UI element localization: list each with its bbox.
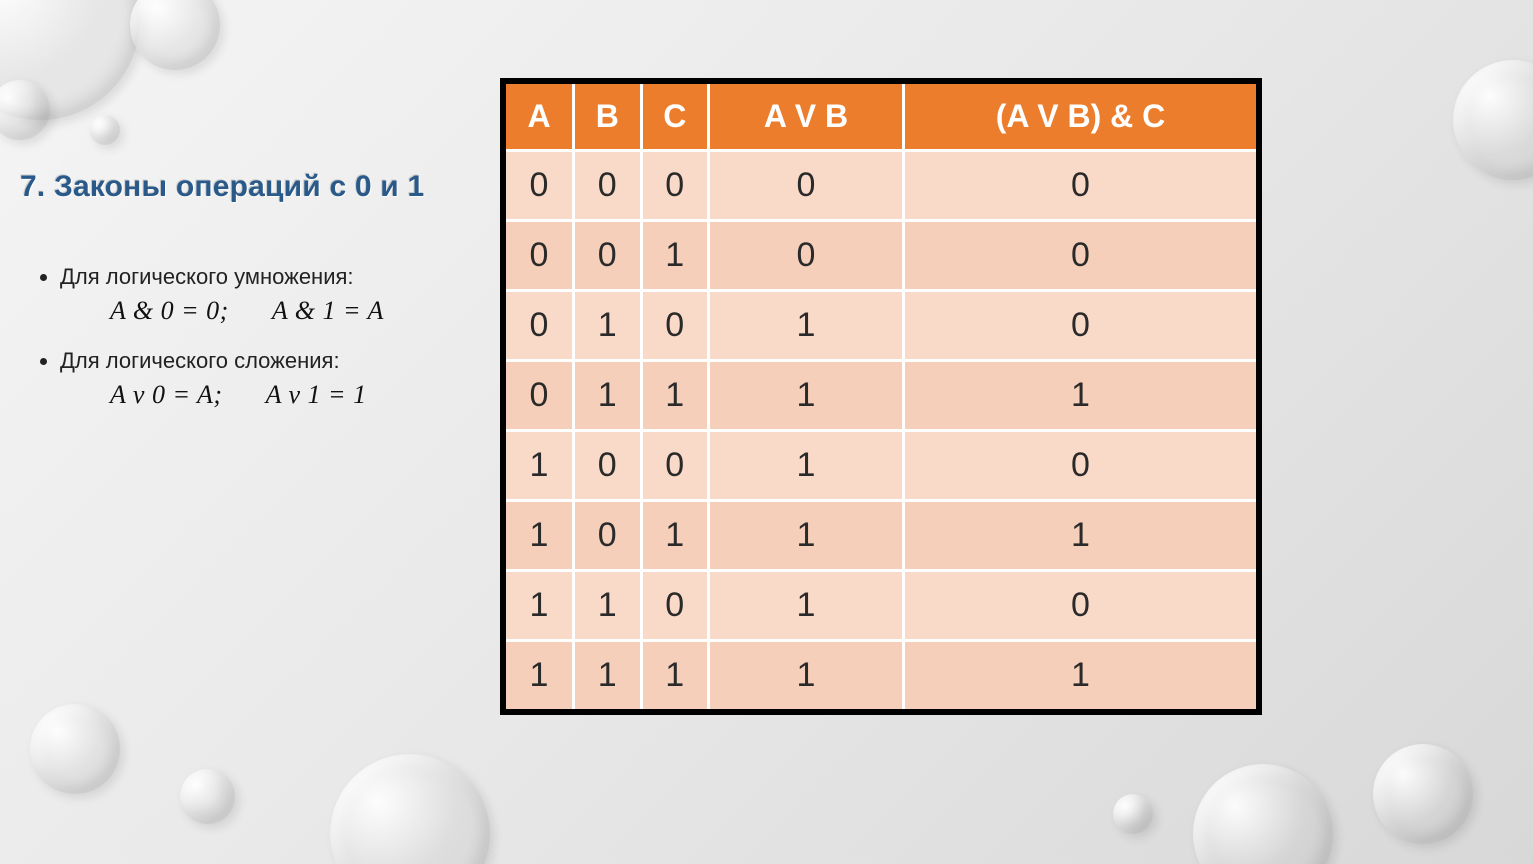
table-header-row: A B C A V B (A V B) & C xyxy=(506,84,1256,151)
table-cell: 1 xyxy=(904,641,1257,710)
table-row: 01010 xyxy=(506,291,1256,361)
table-row: 10010 xyxy=(506,431,1256,501)
droplet-icon xyxy=(30,704,120,794)
table-cell: 1 xyxy=(904,361,1257,431)
table-cell: 0 xyxy=(506,361,574,431)
table-cell: 0 xyxy=(641,571,709,641)
rule-multiplication-formula: A & 0 = 0; A & 1 = A xyxy=(110,296,490,326)
table-cell: 0 xyxy=(574,431,642,501)
formula-part: A & 1 = A xyxy=(272,296,384,325)
droplet-icon xyxy=(130,0,220,70)
formula-part: A v 1 = 1 xyxy=(266,380,367,409)
table-cell: 0 xyxy=(904,291,1257,361)
table-cell: 1 xyxy=(641,501,709,571)
table-cell: 1 xyxy=(904,501,1257,571)
table-cell: 0 xyxy=(709,151,904,221)
table-cell: 1 xyxy=(574,641,642,710)
droplet-icon xyxy=(180,769,235,824)
droplet-icon xyxy=(90,115,120,145)
table-cell: 0 xyxy=(709,221,904,291)
slide-heading: 7. Законы операций с 0 и 1 xyxy=(20,170,490,204)
table-cell: 0 xyxy=(574,151,642,221)
table-cell: 1 xyxy=(709,501,904,571)
table-cell: 0 xyxy=(904,431,1257,501)
table-cell: 0 xyxy=(904,151,1257,221)
table-cell: 0 xyxy=(506,151,574,221)
formula-part: A & 0 = 0; xyxy=(110,296,229,325)
table-row: 11111 xyxy=(506,641,1256,710)
table-cell: 0 xyxy=(574,221,642,291)
droplet-icon xyxy=(1193,764,1333,864)
table-header-cell: C xyxy=(641,84,709,151)
table-cell: 0 xyxy=(506,221,574,291)
table-cell: 0 xyxy=(904,571,1257,641)
text-content: 7. Законы операций с 0 и 1 Для логическо… xyxy=(20,170,490,432)
table-cell: 1 xyxy=(709,291,904,361)
table-cell: 0 xyxy=(641,291,709,361)
table-cell: 1 xyxy=(574,291,642,361)
truth-table-container: A B C A V B (A V B) & C 0000000100010100… xyxy=(500,78,1262,715)
table-header-cell: B xyxy=(574,84,642,151)
table-cell: 1 xyxy=(641,641,709,710)
table-cell: 1 xyxy=(506,501,574,571)
table-cell: 1 xyxy=(506,431,574,501)
table-cell: 0 xyxy=(641,431,709,501)
table-row: 10111 xyxy=(506,501,1256,571)
table-cell: 1 xyxy=(709,571,904,641)
rule-addition-label: Для логического сложения: xyxy=(60,348,490,374)
table-cell: 1 xyxy=(641,361,709,431)
table-cell: 1 xyxy=(709,641,904,710)
table-cell: 0 xyxy=(506,291,574,361)
table-cell: 1 xyxy=(641,221,709,291)
table-cell: 0 xyxy=(641,151,709,221)
table-cell: 0 xyxy=(904,221,1257,291)
table-row: 00000 xyxy=(506,151,1256,221)
rule-multiplication-label: Для логического умножения: xyxy=(60,264,490,290)
truth-table: A B C A V B (A V B) & C 0000000100010100… xyxy=(506,84,1256,709)
table-cell: 1 xyxy=(506,571,574,641)
rules-list: Для логического сложения: xyxy=(20,348,490,374)
table-header-cell: A xyxy=(506,84,574,151)
droplet-icon xyxy=(330,754,490,864)
rule-addition-formula: A v 0 = A; A v 1 = 1 xyxy=(110,380,490,410)
droplet-icon xyxy=(1453,60,1533,180)
table-cell: 1 xyxy=(709,361,904,431)
table-cell: 1 xyxy=(709,431,904,501)
table-cell: 1 xyxy=(574,361,642,431)
table-cell: 1 xyxy=(506,641,574,710)
rules-list: Для логического умножения: xyxy=(20,264,490,290)
table-header-cell: (A V B) & C xyxy=(904,84,1257,151)
table-cell: 0 xyxy=(574,501,642,571)
table-cell: 1 xyxy=(574,571,642,641)
droplet-icon xyxy=(1113,794,1153,834)
table-row: 01111 xyxy=(506,361,1256,431)
table-row: 00100 xyxy=(506,221,1256,291)
formula-part: A v 0 = A; xyxy=(110,380,223,409)
droplet-icon xyxy=(1373,744,1473,844)
table-header-cell: A V B xyxy=(709,84,904,151)
table-row: 11010 xyxy=(506,571,1256,641)
